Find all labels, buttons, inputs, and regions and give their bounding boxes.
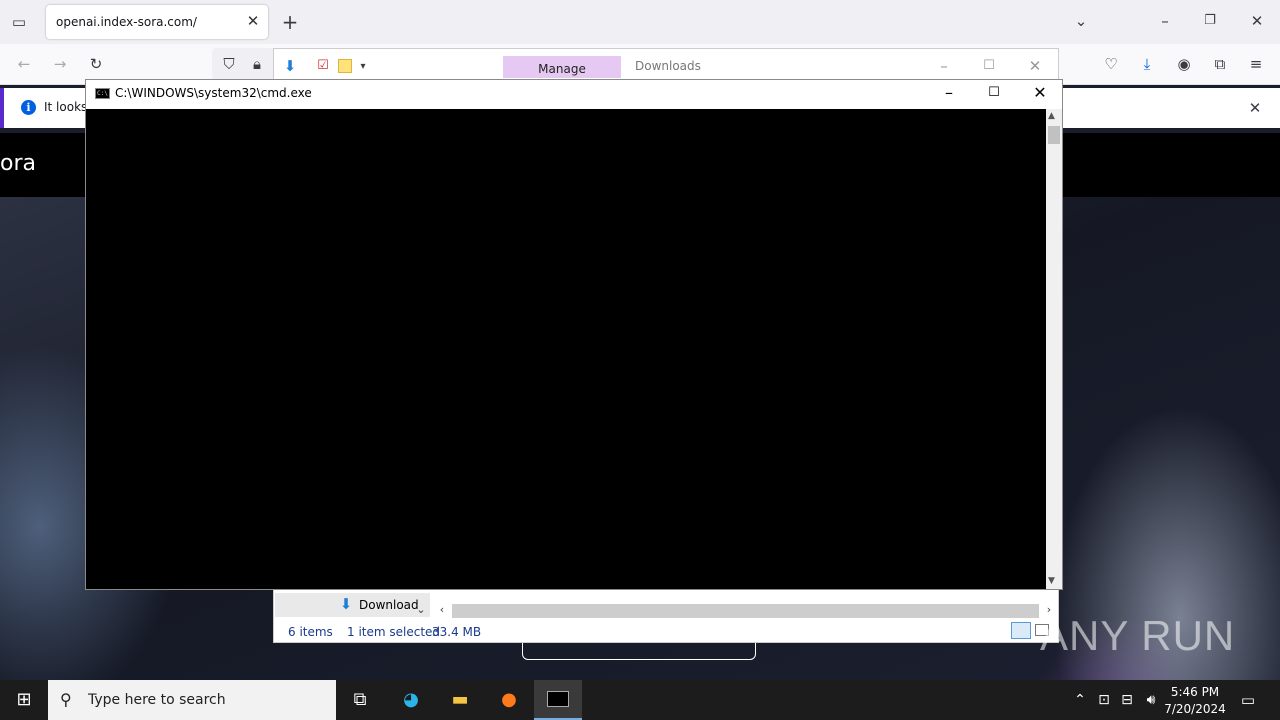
site-logo: ora bbox=[0, 151, 36, 176]
info-icon: i bbox=[21, 100, 36, 115]
file-explorer-icon[interactable]: ▬ bbox=[446, 686, 474, 714]
edge-icon[interactable]: ◕ bbox=[397, 686, 425, 714]
restore-icon[interactable]: ❐ bbox=[1199, 10, 1221, 32]
back-icon[interactable]: ← bbox=[13, 53, 35, 75]
windows-start-icon[interactable]: ⊞ bbox=[10, 686, 38, 714]
cmd-minimize-icon[interactable]: – bbox=[926, 82, 972, 104]
lib-minimize-icon[interactable]: – bbox=[933, 55, 955, 77]
downloads-icon[interactable]: ⤓ bbox=[1136, 53, 1158, 75]
close-tab-icon[interactable]: ✕ bbox=[244, 12, 262, 30]
notification-text: It looks bbox=[44, 100, 88, 114]
menu-icon[interactable]: ≡ bbox=[1245, 53, 1267, 75]
cmd-taskbar-icon bbox=[547, 691, 569, 707]
cmd-maximize-icon[interactable]: ☐ bbox=[971, 82, 1017, 104]
scroll-left-icon[interactable]: ‹ bbox=[431, 599, 453, 621]
details-view-icon[interactable] bbox=[1011, 622, 1031, 639]
lib-close-icon[interactable]: ✕ bbox=[1024, 55, 1046, 77]
download-item-icon: ⬇ bbox=[339, 595, 353, 613]
horizontal-scrollbar[interactable] bbox=[452, 604, 1039, 618]
status-selected: 1 item selected bbox=[347, 625, 441, 639]
anyrun-watermark: ANY RUN bbox=[1040, 612, 1236, 659]
dropdown-icon[interactable]: ▾ bbox=[352, 56, 374, 78]
account-icon[interactable]: ◉ bbox=[1173, 53, 1195, 75]
notifications-icon[interactable]: ▭ bbox=[1234, 686, 1262, 714]
cmd-icon: C:\ bbox=[95, 88, 110, 99]
cmd-close-icon[interactable]: ✕ bbox=[1017, 82, 1063, 104]
extensions-icon[interactable]: ⧉ bbox=[1209, 53, 1231, 75]
cmd-scroll-down-icon[interactable]: ▼ bbox=[1048, 576, 1055, 586]
clock-date: 7/20/2024 bbox=[1164, 702, 1226, 716]
firefox-icon[interactable]: ● bbox=[495, 686, 523, 714]
manage-tab[interactable]: Manage bbox=[503, 56, 621, 78]
cmd-console[interactable] bbox=[86, 109, 1046, 589]
cmd-vertical-scrollbar[interactable] bbox=[1046, 109, 1062, 589]
reload-icon[interactable]: ↻ bbox=[85, 53, 107, 75]
status-items: 6 items bbox=[288, 625, 333, 639]
download-arrow-icon: ⬇ bbox=[283, 57, 297, 75]
cmd-window-title: C:\WINDOWS\system32\cmd.exe bbox=[115, 86, 312, 100]
pocket-icon[interactable]: ♡ bbox=[1100, 53, 1122, 75]
chevron-down-icon[interactable]: ⌄ bbox=[1070, 10, 1092, 32]
close-window-icon[interactable]: ✕ bbox=[1246, 10, 1268, 32]
browser-tab[interactable]: openai.index-sora.com/ ✕ bbox=[46, 5, 268, 39]
checklist-icon[interactable]: ☑ bbox=[312, 55, 334, 77]
tab-title: openai.index-sora.com/ bbox=[56, 15, 197, 29]
search-icon: ⚲ bbox=[60, 690, 72, 709]
scroll-down-icon[interactable]: ⌄ bbox=[410, 599, 432, 621]
minimize-icon[interactable]: – bbox=[1154, 10, 1176, 32]
tab-list-icon[interactable]: ▭ bbox=[8, 11, 30, 33]
taskbar-clock[interactable]: 5:46 PM 7/20/2024 bbox=[1160, 684, 1230, 718]
new-tab-icon[interactable]: + bbox=[279, 11, 301, 33]
search-placeholder: Type here to search bbox=[88, 692, 226, 708]
forward-icon[interactable]: → bbox=[49, 53, 71, 75]
lock-icon[interactable]: 🔒︎ bbox=[246, 53, 268, 75]
downloads-window-title: Downloads bbox=[635, 59, 701, 73]
clock-time: 5:46 PM bbox=[1170, 685, 1220, 699]
status-size: 33.4 MB bbox=[432, 625, 482, 639]
cmd-scroll-thumb[interactable] bbox=[1048, 126, 1060, 144]
folder-icon[interactable] bbox=[338, 59, 352, 73]
cmd-scroll-up-icon[interactable]: ▲ bbox=[1048, 111, 1055, 121]
task-view-icon[interactable]: ⧉ bbox=[346, 686, 374, 714]
lib-maximize-icon[interactable]: ☐ bbox=[978, 55, 1000, 77]
close-notification-icon[interactable]: ✕ bbox=[1244, 97, 1266, 119]
shield-icon[interactable]: ⛉ bbox=[218, 53, 240, 75]
